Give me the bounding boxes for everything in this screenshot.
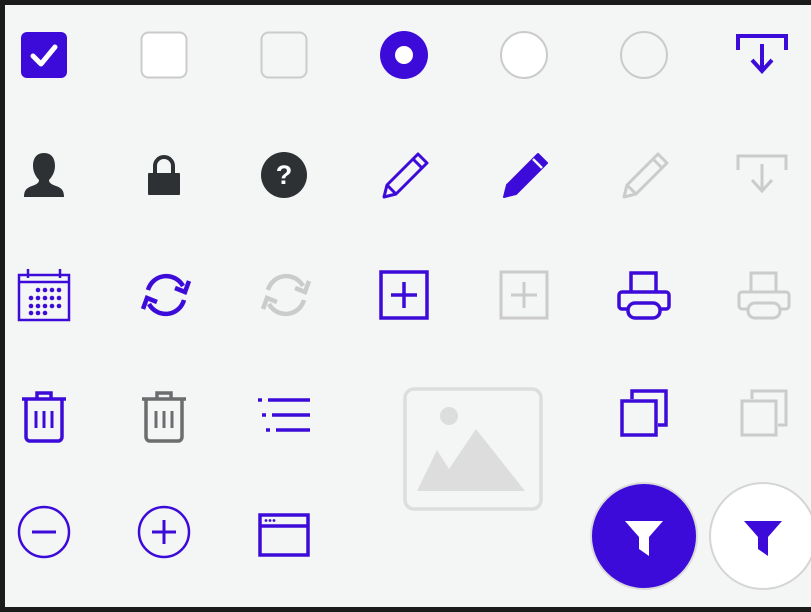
list-icon xyxy=(258,398,310,432)
minus-circle-icon xyxy=(17,505,71,559)
refresh-icon xyxy=(140,273,192,317)
checkbox-unchecked[interactable] xyxy=(135,25,193,85)
browser-window-icon xyxy=(258,513,310,557)
user-button[interactable] xyxy=(15,145,73,205)
help-icon: ? xyxy=(261,152,307,198)
lock-button[interactable] xyxy=(135,145,193,205)
print-disabled xyxy=(731,265,797,327)
radio-disabled-icon xyxy=(620,31,668,79)
add-box-disabled xyxy=(495,265,553,325)
image-placeholder-icon xyxy=(403,387,543,511)
radio-unselected[interactable] xyxy=(495,25,553,85)
filter-fab-primary-icon xyxy=(590,482,698,590)
download-disabled-icon xyxy=(736,154,788,194)
edit-filled-button[interactable] xyxy=(495,145,557,205)
checkbox-unchecked-icon xyxy=(140,31,188,79)
image-placeholder xyxy=(402,386,544,512)
refresh-disabled xyxy=(255,265,317,325)
print-button[interactable] xyxy=(611,265,677,327)
copy-disabled xyxy=(735,383,793,443)
radio-unselected-icon xyxy=(500,31,548,79)
trash-button[interactable] xyxy=(15,385,73,449)
checkbox-disabled-icon xyxy=(260,31,308,79)
add-button[interactable] xyxy=(135,502,193,562)
pencil-outline-icon xyxy=(382,152,429,199)
radio-disabled xyxy=(615,25,673,85)
filter-fab-secondary-icon xyxy=(709,482,811,590)
checkbox-checked-icon xyxy=(21,32,67,78)
pencil-filled-icon xyxy=(503,153,548,198)
calendar-icon xyxy=(17,269,71,322)
add-box-button[interactable] xyxy=(375,265,433,325)
copy-button[interactable] xyxy=(615,383,673,443)
add-box-disabled-icon xyxy=(499,270,549,320)
download-icon xyxy=(736,34,788,74)
trash-icon xyxy=(22,391,66,443)
icon-sheet: ? xyxy=(5,5,811,607)
download-disabled xyxy=(731,145,793,205)
trash-secondary-button[interactable] xyxy=(135,385,193,449)
help-glyph: ? xyxy=(276,160,293,190)
refresh-disabled-icon xyxy=(260,273,312,317)
trash-gray-icon xyxy=(142,391,186,443)
checkbox-disabled xyxy=(255,25,313,85)
edit-disabled xyxy=(615,145,677,205)
filter-fab-secondary[interactable] xyxy=(707,479,811,593)
filter-fab-primary[interactable] xyxy=(589,481,699,591)
pencil-disabled-icon xyxy=(622,152,669,199)
refresh-button[interactable] xyxy=(135,265,197,325)
calendar-button[interactable] xyxy=(15,265,73,325)
edit-button[interactable] xyxy=(375,145,437,205)
print-disabled-icon xyxy=(737,271,791,320)
lock-icon xyxy=(148,155,180,195)
user-icon xyxy=(24,153,64,197)
help-button[interactable]: ? xyxy=(255,145,313,205)
checkbox-checked[interactable] xyxy=(15,25,73,85)
remove-button[interactable] xyxy=(15,502,73,562)
browser-window-button[interactable] xyxy=(255,505,313,565)
copy-disabled-icon xyxy=(740,389,788,437)
plus-circle-icon xyxy=(137,505,191,559)
download-button[interactable] xyxy=(731,25,793,85)
add-box-icon xyxy=(379,270,429,320)
radio-selected[interactable] xyxy=(375,25,433,85)
copy-icon xyxy=(620,389,668,437)
radio-selected-icon xyxy=(380,31,428,79)
print-icon xyxy=(617,271,671,320)
list-button[interactable] xyxy=(253,385,315,445)
